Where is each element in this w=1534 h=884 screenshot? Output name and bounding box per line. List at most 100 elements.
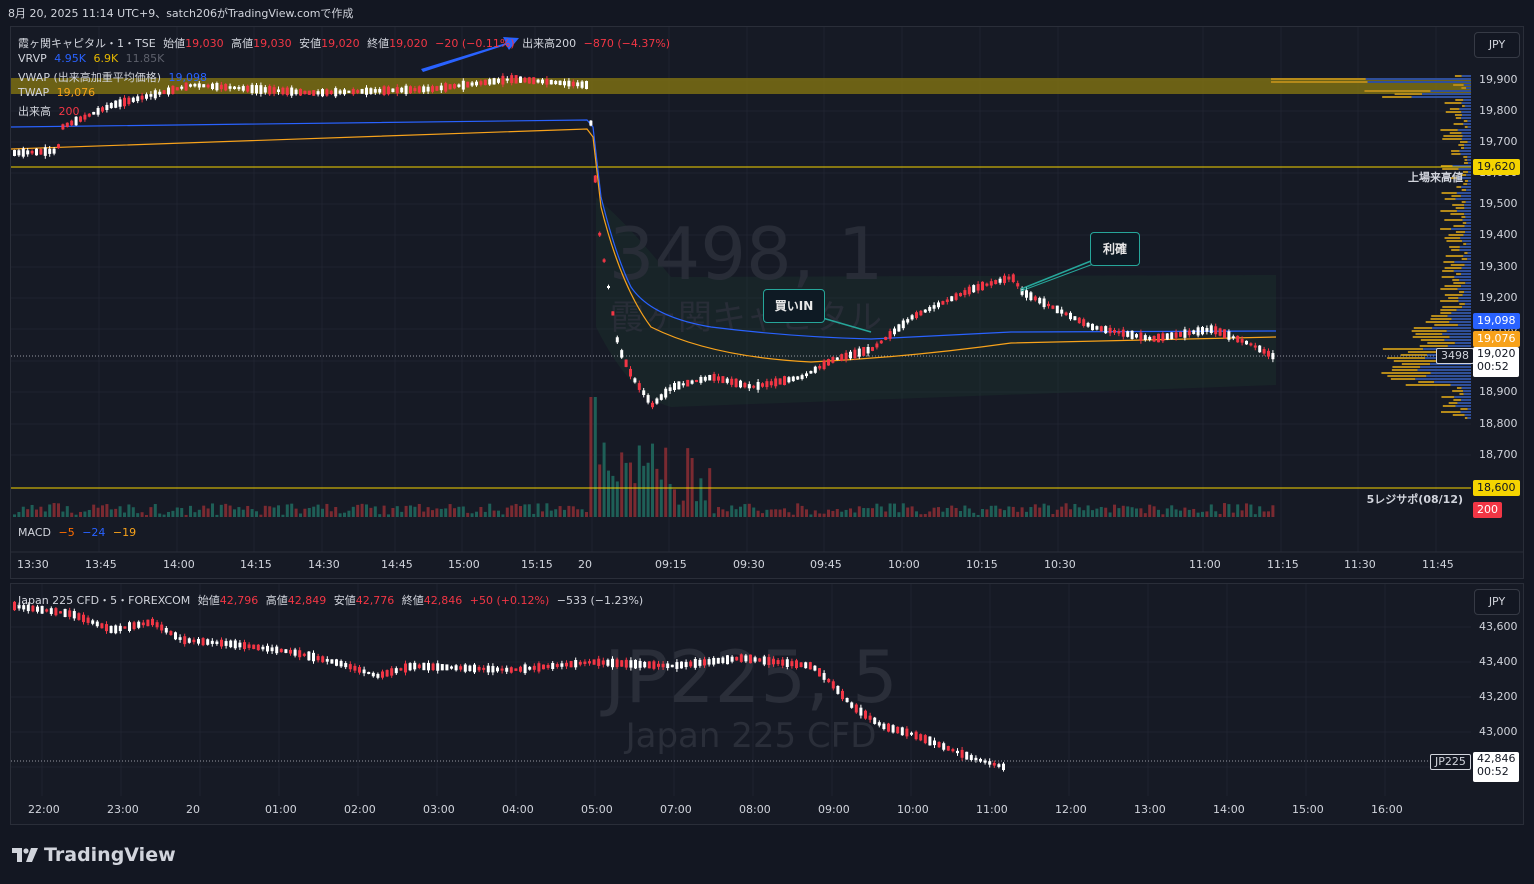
candle[interactable] (1205, 328, 1209, 332)
candle[interactable] (716, 657, 720, 664)
candle[interactable] (72, 611, 76, 619)
candle[interactable] (1073, 316, 1077, 321)
candle[interactable] (1016, 283, 1020, 287)
candle[interactable] (646, 395, 650, 403)
candle[interactable] (427, 662, 430, 671)
secondary-chart-canvas[interactable]: JP225, 5 Japan 225 CFD (11, 584, 1523, 824)
candle[interactable] (381, 671, 384, 678)
candle[interactable] (109, 102, 113, 109)
candle[interactable] (82, 614, 85, 623)
candle[interactable] (486, 665, 490, 673)
candle[interactable] (910, 315, 914, 320)
candle[interactable] (459, 666, 463, 670)
candle[interactable] (461, 80, 465, 90)
candle[interactable] (620, 660, 624, 667)
candle[interactable] (325, 89, 329, 96)
candle[interactable] (158, 91, 162, 95)
candle[interactable] (123, 626, 127, 629)
candle[interactable] (592, 659, 596, 665)
volume-legend[interactable]: 出来高 200 (18, 103, 84, 119)
candle[interactable] (994, 280, 998, 285)
candle[interactable] (445, 664, 449, 671)
candle[interactable] (263, 87, 267, 93)
candle[interactable] (141, 622, 145, 626)
candle[interactable] (857, 348, 861, 357)
candle[interactable] (989, 281, 993, 286)
candle[interactable] (259, 85, 263, 94)
candle[interactable] (1077, 317, 1081, 324)
candle[interactable] (726, 655, 729, 665)
candle[interactable] (312, 90, 316, 96)
candle[interactable] (1025, 290, 1028, 298)
candle[interactable] (647, 661, 651, 669)
candle[interactable] (739, 654, 743, 662)
candle[interactable] (1201, 327, 1204, 335)
candle[interactable] (537, 663, 541, 672)
candle[interactable] (473, 664, 476, 673)
candle[interactable] (145, 94, 148, 99)
candle[interactable] (734, 378, 738, 388)
candle[interactable] (1214, 326, 1218, 335)
candle[interactable] (523, 664, 527, 674)
candle[interactable] (1170, 332, 1174, 340)
candle[interactable] (289, 649, 292, 654)
candle[interactable] (666, 663, 670, 669)
candle[interactable] (228, 86, 232, 89)
candle[interactable] (664, 388, 668, 398)
twap-legend[interactable]: TWAP 19,076 (18, 86, 99, 99)
candle[interactable] (334, 88, 338, 97)
candle[interactable] (661, 663, 665, 668)
candle[interactable] (827, 679, 831, 683)
candle[interactable] (149, 94, 153, 97)
candle[interactable] (114, 100, 118, 108)
candle[interactable] (378, 88, 382, 93)
candle[interactable] (505, 78, 509, 81)
candle[interactable] (1240, 339, 1244, 343)
candle[interactable] (483, 79, 487, 86)
candle[interactable] (1130, 330, 1134, 339)
candle[interactable] (439, 85, 443, 91)
candle[interactable] (180, 86, 184, 89)
candle[interactable] (1064, 312, 1068, 316)
candle[interactable] (356, 90, 360, 93)
candle[interactable] (83, 114, 87, 120)
candle[interactable] (979, 758, 982, 762)
candle[interactable] (284, 649, 288, 653)
candle[interactable] (877, 722, 881, 726)
candle[interactable] (387, 86, 390, 95)
candle[interactable] (500, 668, 504, 671)
candle[interactable] (919, 734, 923, 741)
candle[interactable] (105, 104, 109, 110)
candle[interactable] (224, 83, 228, 91)
candle[interactable] (440, 664, 444, 671)
candle[interactable] (569, 661, 573, 668)
candle[interactable] (945, 299, 949, 303)
candle[interactable] (325, 659, 329, 662)
candle[interactable] (492, 78, 496, 85)
candle[interactable] (243, 642, 246, 650)
candle[interactable] (972, 285, 976, 293)
candle[interactable] (45, 609, 49, 612)
candle[interactable] (128, 622, 131, 631)
candle[interactable] (684, 661, 688, 668)
candle[interactable] (897, 324, 901, 332)
candle[interactable] (910, 732, 913, 735)
candle[interactable] (272, 87, 276, 94)
candle[interactable] (316, 91, 320, 95)
candle[interactable] (560, 663, 564, 667)
candle[interactable] (686, 379, 690, 387)
candle[interactable] (105, 624, 108, 632)
main-chart-pane[interactable]: 3498, 1 霞ヶ関キャピタル 霞ヶ関キャピタル・1・TSE 始値19,030… (10, 26, 1524, 579)
candle[interactable] (1113, 329, 1116, 333)
candle[interactable] (689, 661, 693, 667)
candle[interactable] (285, 87, 289, 96)
candle[interactable] (998, 278, 1002, 283)
candle[interactable] (87, 113, 91, 117)
candle[interactable] (431, 663, 435, 671)
candle[interactable] (132, 622, 136, 630)
candle[interactable] (1209, 325, 1213, 334)
candle[interactable] (206, 84, 210, 88)
candle[interactable] (339, 660, 343, 667)
candle[interactable] (717, 376, 720, 381)
candle[interactable] (255, 85, 258, 94)
